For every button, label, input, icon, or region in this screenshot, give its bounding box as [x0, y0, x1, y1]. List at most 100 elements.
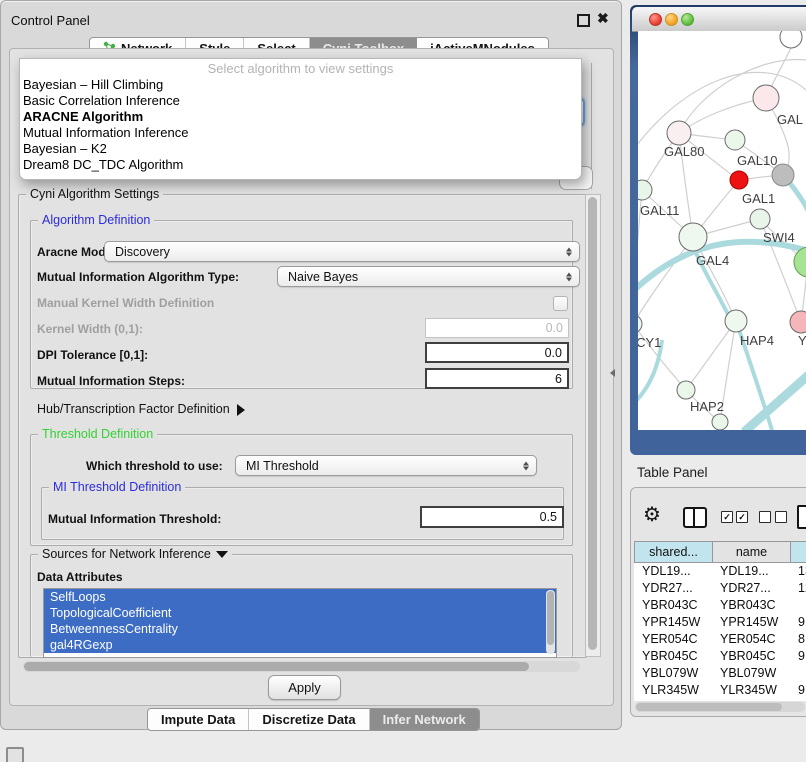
- network-node-gal1[interactable]: [730, 171, 748, 189]
- table-options-icon[interactable]: [797, 505, 806, 529]
- apply-button[interactable]: Apply: [268, 675, 341, 700]
- network-node[interactable]: [772, 164, 794, 186]
- which-threshold-select[interactable]: MI Threshold: [235, 455, 537, 476]
- manual-kernel-checkbox[interactable]: [553, 296, 568, 311]
- mi-threshold-value: 0.5: [540, 510, 557, 524]
- panel-title: Control Panel: [11, 13, 90, 28]
- dropdown-option-aracne-algorithm[interactable]: ARACNE Algorithm: [20, 109, 581, 125]
- aracne-mode-select[interactable]: Discovery: [104, 241, 580, 262]
- kernel-width-field[interactable]: 0.0: [425, 318, 569, 338]
- table-cell: [790, 665, 806, 682]
- table-cell: 8.: [790, 631, 806, 648]
- table-row[interactable]: YBL079WYBL079W: [634, 665, 806, 682]
- data-attributes-label: Data Attributes: [37, 567, 123, 587]
- network-node-swi4[interactable]: [750, 209, 770, 229]
- attribute-item-topologicalcoefficient[interactable]: TopologicalCoefficient: [44, 605, 556, 621]
- attribute-item-gal4rgexp[interactable]: gal4RGexp: [44, 637, 556, 653]
- table-cell: YER054C: [634, 631, 712, 648]
- node-label-hap4: HAP4: [740, 333, 774, 348]
- unchecked-checkbox-icon[interactable]: [775, 511, 787, 523]
- table-cell: YPR145W: [712, 614, 790, 631]
- group-title: Algorithm Definition: [38, 213, 154, 227]
- table-cell: [790, 597, 806, 614]
- dropdown-option-bayesian-k2[interactable]: Bayesian – K2: [20, 141, 581, 157]
- table-cell: 13: [790, 563, 806, 580]
- table-row[interactable]: YLR345WYLR345W9.: [634, 682, 806, 699]
- list-vertical-scrollbar[interactable]: [546, 590, 555, 654]
- mi-type-label: Mutual Information Algorithm Type:: [37, 267, 239, 287]
- table-row[interactable]: YDR27...YDR27...12: [634, 580, 806, 597]
- minimize-button[interactable]: [665, 13, 678, 26]
- settings-horizontal-scrollbar[interactable]: [23, 661, 580, 672]
- which-threshold-value: MI Threshold: [246, 459, 319, 473]
- table-cell: 9.: [790, 699, 806, 701]
- attribute-item-selfloops[interactable]: SelfLoops: [44, 589, 556, 605]
- network-node[interactable]: [794, 247, 806, 277]
- group-title: Threshold Definition: [38, 427, 157, 441]
- expanded-arrow-icon: [216, 551, 228, 558]
- sources-title[interactable]: Sources for Network Inference: [38, 547, 232, 561]
- dropdown-option-dream8-dc-tdc-algorithm[interactable]: Dream8 DC_TDC Algorithm: [20, 157, 581, 173]
- node-label-gal10: GAL10: [737, 153, 777, 168]
- table-horizontal-scrollbar[interactable]: [635, 702, 805, 712]
- network-node[interactable]: [712, 414, 728, 430]
- node-label-swi4: SWI4: [763, 230, 795, 245]
- network-node-hap4[interactable]: [725, 310, 747, 332]
- dropdown-option-bayesian-hill-climbing[interactable]: Bayesian – Hill Climbing: [20, 77, 581, 93]
- mi-threshold-field[interactable]: 0.5: [420, 506, 564, 528]
- network-node-y[interactable]: [790, 311, 806, 333]
- table-row[interactable]: YPR145WYPR145W9.: [634, 614, 806, 631]
- table-cell: YDR27...: [634, 580, 712, 597]
- close-button[interactable]: [649, 13, 662, 26]
- gear-icon[interactable]: ⚙: [643, 502, 661, 527]
- table-row[interactable]: YBR045CYBR045C9.: [634, 648, 806, 665]
- table-cell: 12: [790, 580, 806, 597]
- network-node-gal10[interactable]: [725, 130, 745, 150]
- dock-icon[interactable]: [6, 747, 24, 762]
- scrollbar-thumb[interactable]: [636, 703, 782, 711]
- table-cell: YDL19...: [634, 563, 712, 580]
- network-node-hap2[interactable]: [677, 381, 695, 399]
- network-node-gal[interactable]: [753, 85, 779, 111]
- table-row[interactable]: YIL052CYIL052C9.: [634, 699, 806, 701]
- network-node-gal80[interactable]: [667, 121, 691, 145]
- network-node-gcy1[interactable]: [638, 315, 642, 333]
- scrollbar-thumb[interactable]: [24, 662, 529, 671]
- mi-steps-field[interactable]: 6: [425, 368, 569, 389]
- column-header-shared[interactable]: shared...: [634, 541, 712, 563]
- settings-vertical-scrollbar[interactable]: [585, 194, 601, 657]
- network-graph: GALGAL80GAL10GAL1GAL11SWI4GAL4GCY1HAP4YH…: [638, 31, 806, 430]
- unchecked-checkbox-icon[interactable]: [759, 511, 771, 523]
- table-row[interactable]: YER054CYER054C8.: [634, 631, 806, 648]
- table-row[interactable]: YDL19...YDL19...13: [634, 563, 806, 580]
- splitter-collapse-icon[interactable]: [610, 369, 615, 377]
- tab-impute-data[interactable]: Impute Data: [148, 709, 249, 730]
- network-node-gal4[interactable]: [679, 223, 707, 251]
- dpi-tolerance-field[interactable]: 0.0: [425, 342, 569, 363]
- network-canvas[interactable]: GALGAL80GAL10GAL1GAL11SWI4GAL4GCY1HAP4YH…: [638, 31, 806, 430]
- mi-type-select[interactable]: Naive Bayes: [277, 266, 580, 287]
- network-window-titlebar[interactable]: [632, 7, 806, 32]
- network-node[interactable]: [780, 31, 802, 48]
- tab-infer-network[interactable]: Infer Network: [370, 709, 479, 730]
- checked-checkbox-icon[interactable]: ✓: [736, 511, 748, 523]
- column-header-extra[interactable]: [790, 541, 806, 563]
- dropdown-option-mutual-information-inference[interactable]: Mutual Information Inference: [20, 125, 581, 141]
- float-window-icon[interactable]: [577, 14, 590, 27]
- table-cell: 9.: [790, 614, 806, 631]
- checked-checkbox-icon[interactable]: ✓: [721, 511, 733, 523]
- scrollbar-thumb[interactable]: [588, 197, 597, 650]
- scrollbar-thumb[interactable]: [547, 591, 554, 645]
- tab-label: Infer Network: [383, 712, 466, 727]
- group-title: Cyni Algorithm Settings: [26, 187, 163, 201]
- table-row[interactable]: YBR043CYBR043C: [634, 597, 806, 614]
- close-window-icon[interactable]: ✖: [597, 10, 609, 27]
- attribute-item-betweennesscentrality[interactable]: BetweennessCentrality: [44, 621, 556, 637]
- hub-definition-toggle[interactable]: Hub/Transcription Factor Definition: [37, 399, 245, 419]
- split-columns-icon[interactable]: [683, 507, 707, 528]
- dropdown-option-basic-correlation-inference[interactable]: Basic Correlation Inference: [20, 93, 581, 109]
- zoom-button[interactable]: [681, 13, 694, 26]
- column-header-name[interactable]: name: [712, 541, 790, 563]
- data-attributes-list[interactable]: SelfLoopsTopologicalCoefficientBetweenne…: [43, 588, 557, 658]
- tab-discretize-data[interactable]: Discretize Data: [249, 709, 369, 730]
